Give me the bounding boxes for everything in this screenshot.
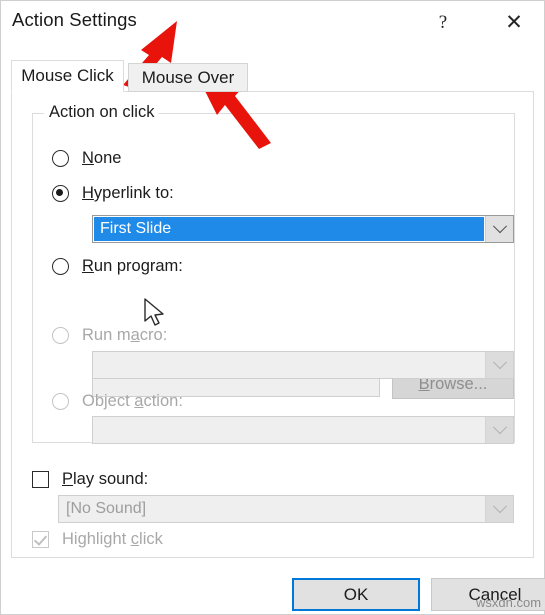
chevron-down-icon [485, 417, 513, 443]
checkbox-highlight-click-label: Highlight click [62, 529, 163, 548]
action-settings-dialog: Action Settings ? ✕ Mouse Click Mouse Ov… [0, 0, 545, 615]
combo-object-action [92, 416, 514, 444]
ok-button[interactable]: OK [292, 578, 420, 611]
combo-sound-value: [No Sound] [66, 500, 147, 517]
radio-none[interactable] [52, 149, 69, 167]
checkbox-play-sound-label: Play sound: [62, 469, 149, 488]
radio-row-hyperlink-to[interactable]: Hyperlink to: [52, 182, 174, 204]
radio-run-program-label: Run program: [82, 256, 183, 275]
combo-sound: [No Sound] [58, 495, 514, 523]
radio-none-label: None [82, 148, 122, 167]
group-action-on-click-legend: Action on click [44, 103, 160, 122]
watermark: wsxdn.com [476, 595, 542, 610]
chevron-down-icon[interactable] [485, 216, 513, 242]
combo-hyperlink-target[interactable]: First Slide [92, 215, 514, 243]
radio-object-action-label: Object action: [82, 391, 183, 410]
tab-strip: Mouse Click Mouse Over [11, 60, 534, 92]
tab-mouse-click[interactable]: Mouse Click [11, 60, 124, 92]
chevron-down-icon [485, 352, 513, 378]
checkbox-row-highlight-click: Highlight click [32, 528, 163, 550]
help-icon[interactable]: ? [420, 1, 466, 44]
combo-run-macro [92, 351, 514, 379]
radio-run-macro [52, 326, 69, 344]
tab-mouse-over-label: Mouse Over [141, 67, 235, 87]
radio-hyperlink-to[interactable] [52, 184, 69, 202]
radio-hyperlink-to-label: Hyperlink to: [82, 183, 174, 202]
radio-row-run-program[interactable]: Run program: [52, 255, 183, 277]
combo-hyperlink-target-value: First Slide [94, 217, 484, 241]
tab-mouse-click-label: Mouse Click [21, 66, 114, 85]
radio-row-object-action: Object action: [52, 390, 183, 412]
radio-object-action [52, 392, 69, 410]
close-icon[interactable]: ✕ [491, 1, 537, 44]
radio-run-macro-label: Run macro: [82, 325, 168, 344]
checkbox-play-sound[interactable] [32, 470, 49, 488]
ok-button-label: OK [343, 584, 369, 604]
checkbox-row-play-sound[interactable]: Play sound: [32, 468, 148, 490]
combo-object-action-value [93, 417, 485, 443]
radio-row-run-macro: Run macro: [52, 324, 167, 346]
chevron-down-icon [485, 496, 513, 522]
radio-run-program[interactable] [52, 257, 69, 275]
title-bar: Action Settings ? ✕ [1, 1, 544, 46]
dialog-title: Action Settings [12, 9, 137, 30]
combo-run-macro-value [93, 352, 485, 378]
checkbox-highlight-click [32, 530, 49, 548]
radio-row-none[interactable]: None [52, 147, 121, 169]
tab-panel-mouse-click: Action on click None Hyperlink to: First… [11, 91, 534, 558]
tab-mouse-over[interactable]: Mouse Over [128, 63, 248, 92]
